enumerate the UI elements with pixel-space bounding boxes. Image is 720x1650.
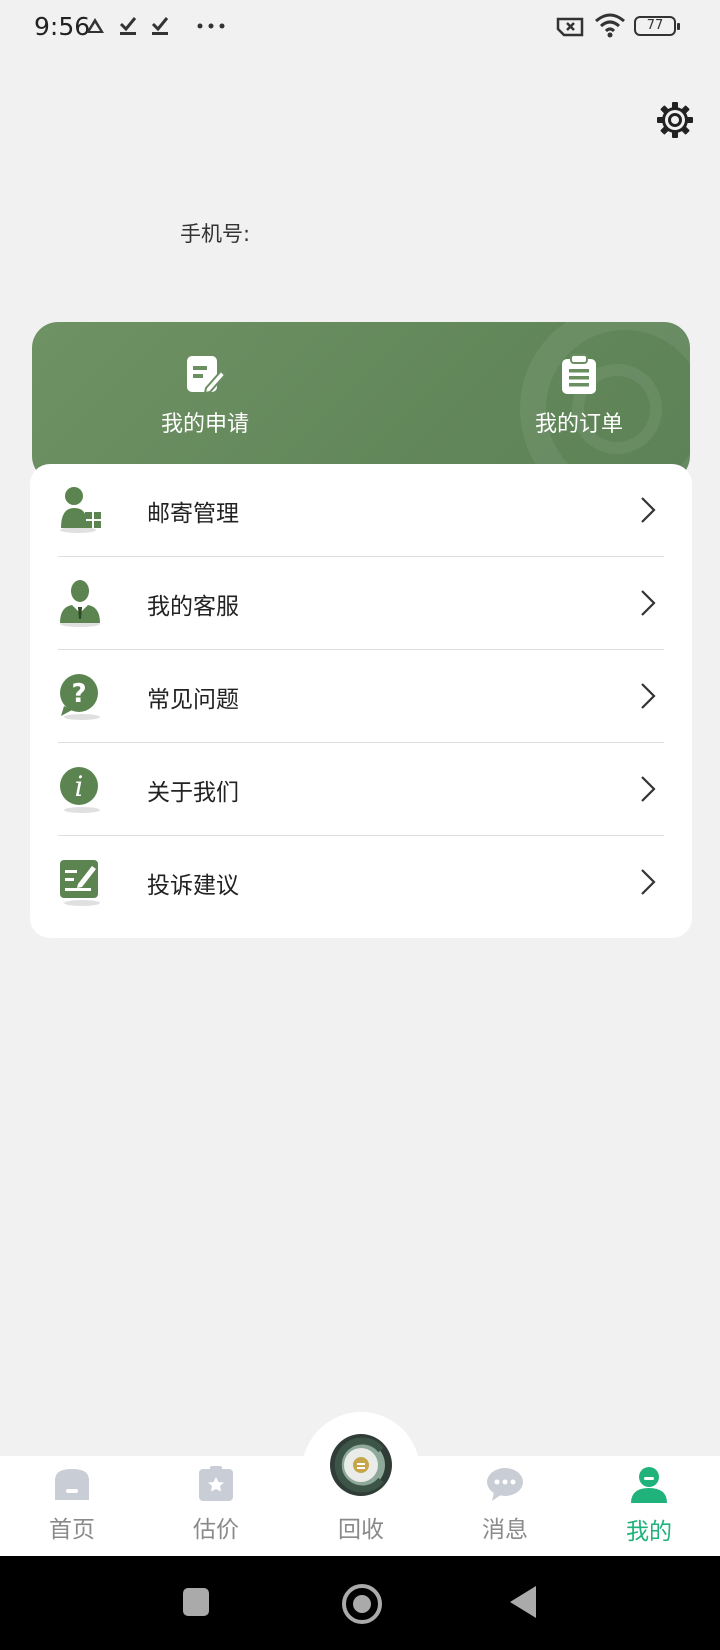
chevron-right-icon (641, 683, 656, 709)
menu-item-faq[interactable]: ? 常见问题 (58, 650, 664, 743)
phone-label: 手机号: (180, 222, 251, 246)
status-bar: 9:56 77 (0, 0, 720, 54)
menu-item-label: 邮寄管理 (147, 501, 239, 527)
tab-messages[interactable]: 消息 (450, 1466, 560, 1544)
my-orders-label: 我的订单 (534, 412, 623, 437)
system-nav-bar (0, 1556, 720, 1650)
tab-home-label: 首页 (49, 1517, 95, 1543)
menu-item-customer-service[interactable]: 我的客服 (58, 557, 664, 650)
recycle-logo-icon (330, 1434, 392, 1496)
settings-menu: 邮寄管理 我的客服 ? 常见问题 i 关于我们 投诉建议 (30, 464, 692, 938)
mailing-admin-icon (60, 487, 101, 533)
back-icon[interactable] (510, 1586, 536, 1618)
menu-item-label: 我的客服 (147, 594, 239, 620)
person-icon (631, 1467, 667, 1503)
battery-indicator: 77 (634, 16, 680, 36)
tab-estimate[interactable]: 估价 (161, 1466, 271, 1544)
menu-item-feedback[interactable]: 投诉建议 (58, 836, 664, 928)
check-download-icon (119, 17, 137, 35)
svg-text:i: i (75, 770, 84, 803)
chat-bubble-icon (487, 1468, 523, 1501)
menu-item-label: 投诉建议 (147, 873, 239, 899)
tab-mine[interactable]: 我的 (594, 1466, 704, 1546)
chevron-right-icon (641, 590, 656, 616)
drive-icon (86, 18, 104, 33)
tab-messages-label: 消息 (482, 1517, 528, 1543)
info-icon: i (60, 767, 100, 813)
tab-estimate-label: 估价 (193, 1517, 239, 1543)
home-button-icon[interactable] (342, 1584, 382, 1624)
menu-item-mailing[interactable]: 邮寄管理 (58, 464, 664, 557)
my-applications-label: 我的申请 (160, 412, 249, 437)
my-orders-button[interactable]: 我的订单 (494, 354, 664, 438)
check-download-icon-2 (151, 17, 169, 35)
my-applications-button[interactable]: 我的申请 (120, 354, 290, 438)
menu-item-about[interactable]: i 关于我们 (58, 743, 664, 836)
status-time: 9:56 (34, 12, 91, 41)
chevron-right-icon (641, 497, 656, 523)
chevron-right-icon (641, 776, 656, 802)
tab-home[interactable]: 首页 (17, 1466, 127, 1544)
estimate-icon (199, 1466, 233, 1501)
wifi-icon (595, 13, 625, 38)
tab-recycle[interactable]: 回收 (306, 1430, 416, 1544)
tab-recycle-label: 回收 (338, 1517, 384, 1543)
question-icon: ? (60, 674, 100, 720)
clipboard-icon (562, 354, 596, 394)
chevron-right-icon (641, 869, 656, 895)
home-icon (55, 1469, 89, 1500)
feedback-icon (60, 860, 100, 906)
no-sim-icon (556, 17, 584, 37)
more-dots-icon (197, 23, 225, 29)
customer-service-icon (60, 580, 100, 627)
menu-item-label: 关于我们 (147, 780, 239, 806)
edit-document-icon (187, 356, 227, 395)
recent-apps-icon[interactable] (183, 1588, 209, 1616)
svg-text:?: ? (71, 679, 86, 709)
quick-actions-card: 我的申请 我的订单 (32, 322, 690, 482)
menu-item-label: 常见问题 (147, 687, 239, 713)
tab-mine-label: 我的 (626, 1519, 672, 1545)
settings-gear-icon[interactable] (655, 100, 695, 140)
